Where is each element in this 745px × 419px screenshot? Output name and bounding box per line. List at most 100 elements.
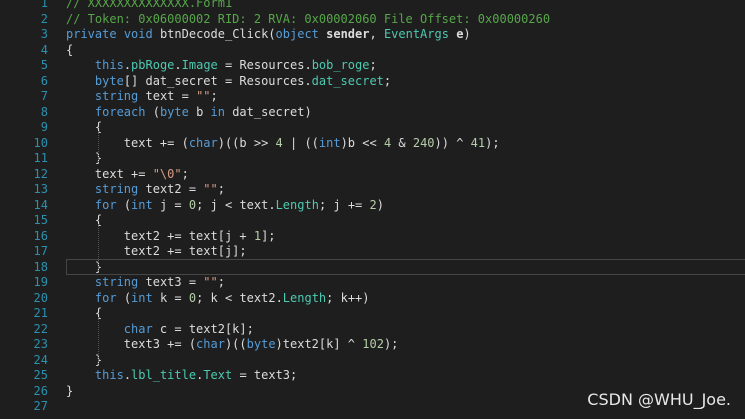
code-token: . [174, 58, 182, 72]
code-text: } [66, 150, 102, 166]
code-token: 0 [188, 197, 197, 212]
code-token: 240 [412, 135, 435, 150]
code-token: // Token: 0x06000002 RID: 2 RVA: 0x00002… [66, 11, 551, 26]
code-text: { [66, 119, 102, 135]
code-line[interactable]: 19 string text3 = ""; [0, 274, 745, 290]
code-line[interactable]: 2 // Token: 0x06000002 RID: 2 RVA: 0x0000… [0, 11, 745, 27]
code-token: text2 += text[j + [66, 228, 254, 243]
code-token: btnDecode_Click( [152, 27, 276, 41]
line-number: 18 [33, 259, 48, 274]
code-line[interactable]: 12 text += "\0"; [0, 166, 745, 182]
code-text: text += "\0"; [66, 166, 189, 182]
code-token: text += [66, 166, 153, 181]
watermark: CSDN @WHU_Joe. [587, 390, 731, 409]
code-line[interactable]: 15 { [0, 212, 745, 228]
code-token: | (( [282, 135, 319, 150]
code-token: ; k < text2. [196, 290, 283, 305]
code-token: for [94, 290, 117, 305]
code-token: int [131, 290, 153, 305]
code-line[interactable]: 6 byte[] dat_secret = Resources.dat_secr… [0, 73, 745, 89]
code-text: { [66, 212, 102, 228]
code-line[interactable]: 3 private void btnDecode_Click(object sen… [0, 26, 745, 42]
code-token: pbRoge [131, 58, 175, 72]
current-line-highlight [66, 258, 745, 275]
code-token: byte [246, 337, 276, 351]
code-token: byte [94, 73, 124, 88]
code-token: private [66, 27, 117, 41]
code-line[interactable]: 17 text2 += text[j]; [0, 243, 745, 259]
code-token: "" [203, 182, 218, 196]
code-token: { [66, 306, 103, 320]
code-line[interactable]: 20 for (int k = 0; k < text2.Length; k++… [0, 290, 745, 306]
code-token: ]; [261, 228, 276, 243]
line-number: 27 [33, 399, 48, 413]
code-line[interactable]: 18 } [0, 258, 745, 275]
code-token: ( [116, 290, 132, 305]
code-token: text2 = [138, 182, 204, 196]
code-line[interactable]: 22 char c = text2[k]; [0, 321, 745, 337]
code-text: for (int j = 0; j < text.Length; j += 2) [66, 197, 384, 213]
line-number: 16 [33, 228, 48, 243]
code-token: ; j += [318, 197, 370, 212]
code-token: string [94, 89, 139, 103]
code-line[interactable]: 8 foreach (byte b in dat_secret) [0, 104, 745, 120]
code-token: )((b >> [217, 135, 276, 150]
code-line[interactable]: 24 } [0, 352, 745, 368]
code-text: string text3 = ""; [66, 274, 225, 290]
code-text: foreach (byte b in dat_secret) [66, 104, 312, 120]
code-text: } [66, 259, 102, 275]
code-text: string text2 = ""; [66, 181, 225, 197]
code-token: ; k++) [326, 290, 370, 305]
code-text: } [66, 352, 102, 368]
code-token: object [275, 27, 319, 41]
code-token: { [66, 42, 74, 57]
code-token: ; j < text. [196, 197, 276, 212]
code-text: char c = text2[k]; [66, 321, 254, 337]
code-line[interactable]: 21 { [0, 305, 745, 321]
code-text: byte[] dat_secret = Resources.dat_secret… [66, 73, 391, 89]
code-text: this.pbRoge.Image = Resources.bob_roge; [66, 57, 377, 73]
code-token: string [94, 275, 139, 289]
code-line[interactable]: 23 text3 += (char)((byte)text2[k] ^ 102)… [0, 336, 745, 352]
code-token: ; [181, 166, 189, 181]
code-token: ; [217, 275, 225, 289]
code-text: { [66, 42, 73, 58]
code-token: ; [210, 89, 218, 103]
code-token: )b << [340, 135, 384, 150]
line-number: 3 [40, 27, 48, 41]
code-line[interactable]: 16 text2 += text[j + 1]; [0, 228, 745, 244]
code-line[interactable]: 7 string text = ""; [0, 88, 745, 104]
line-number: 14 [33, 197, 48, 212]
code-token: EventArgs [383, 27, 449, 41]
code-line[interactable]: 1 // XXXXXXXXXXXXXX.Form1 [0, 0, 745, 11]
code-token: 102 [362, 337, 384, 351]
line-number: 4 [40, 42, 48, 57]
code-token: } [66, 383, 74, 398]
code-token: ( [116, 197, 132, 212]
code-token: e [448, 27, 464, 41]
code-editor[interactable]: 1 // XXXXXXXXXXXXXX.Form1 2 // Token: 0x060… [0, 0, 745, 419]
code-line[interactable]: 11 } [0, 150, 745, 166]
line-number: 19 [33, 275, 48, 289]
code-token: int [318, 135, 341, 150]
code-token: this [94, 58, 124, 72]
code-line[interactable]: 25 this.lbl_title.Text = text3; [0, 367, 745, 383]
code-line[interactable]: 5 this.pbRoge.Image = Resources.bob_roge… [0, 57, 745, 73]
code-token: . [123, 368, 132, 382]
code-line[interactable]: 14 for (int j = 0; j < text.Length; j +=… [0, 197, 745, 213]
code-line[interactable]: 9 { [0, 119, 745, 135]
indent-guide [98, 224, 99, 271]
code-token: "\0" [152, 166, 182, 181]
code-token: ( [145, 104, 160, 119]
code-line[interactable]: 13 string text2 = ""; [0, 181, 745, 197]
code-line[interactable]: 4{ [0, 42, 745, 58]
code-line[interactable]: 10 text += (char)((b >> 4 | ((int)b << 4… [0, 135, 745, 151]
line-number: 21 [33, 306, 48, 320]
code-token: { [66, 213, 103, 227]
code-text: for (int k = 0; k < text2.Length; k++) [66, 290, 370, 306]
